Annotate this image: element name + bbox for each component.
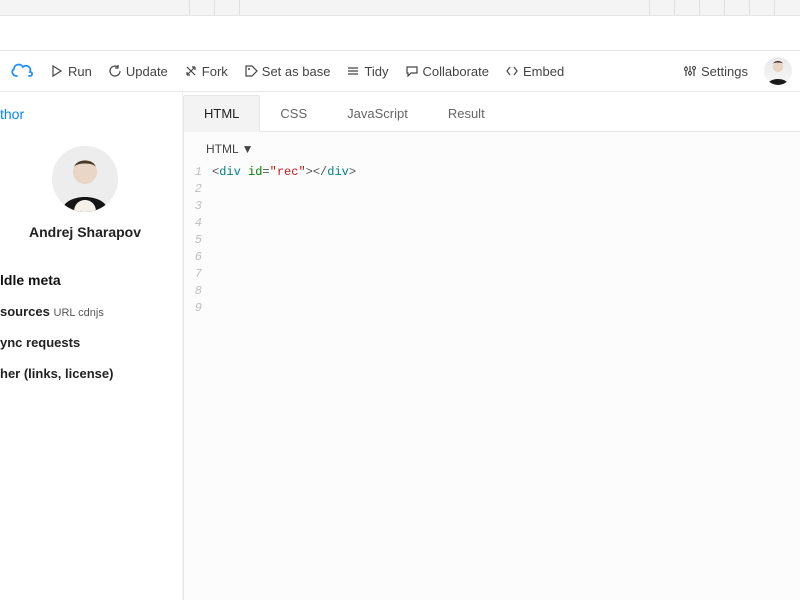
tab-result[interactable]: Result: [428, 96, 505, 131]
sidebar-resources-label: sources: [0, 304, 50, 319]
tab-strip-cell: [775, 0, 800, 15]
code-token: div: [327, 165, 349, 179]
line-number: 7: [184, 266, 202, 283]
tidy-button[interactable]: Tidy: [338, 60, 396, 83]
editor-wrap: HTML ▼ 1 2 3 4 5 6 7 8 9 <div id="rec"><…: [183, 132, 800, 600]
code-token: ": [270, 165, 277, 179]
tidy-icon: [346, 64, 360, 78]
chat-icon: [405, 64, 419, 78]
sidebar-author-heading[interactable]: thor: [0, 102, 170, 128]
collaborate-button[interactable]: Collaborate: [397, 60, 498, 83]
sidebar-meta-heading[interactable]: ldle meta: [0, 272, 170, 288]
main-area: HTML CSS JavaScript Result HTML ▼ 1 2 3 …: [183, 92, 800, 600]
tab-strip-cell: [750, 0, 775, 15]
line-number: 1: [184, 164, 202, 181]
code-token: >: [349, 165, 356, 179]
line-gutter: 1 2 3 4 5 6 7 8 9: [184, 162, 206, 600]
tab-strip-cell: [240, 0, 650, 15]
code-token: rec: [277, 165, 299, 179]
tab-html[interactable]: HTML: [183, 95, 260, 132]
line-number: 6: [184, 249, 202, 266]
tab-strip-cell: [0, 0, 190, 15]
line-number: 5: [184, 232, 202, 249]
content-body: thor Andrej Sharapov ldle meta sources U…: [0, 92, 800, 600]
author-avatar-wrap: [0, 146, 170, 212]
author-avatar[interactable]: [52, 146, 118, 212]
tab-strip-cell: [190, 0, 215, 15]
jsfiddle-logo[interactable]: [8, 57, 36, 85]
settings-button[interactable]: Settings: [675, 60, 756, 83]
tab-strip-cell: [215, 0, 240, 15]
browser-tab-strip: [0, 0, 800, 16]
sidebar-item-resources[interactable]: sources URL cdnjs: [0, 304, 170, 319]
sidebar-item-other[interactable]: her (links, license): [0, 366, 170, 381]
tag-icon: [244, 64, 258, 78]
line-number: 3: [184, 198, 202, 215]
language-dropdown[interactable]: HTML ▼: [206, 142, 254, 156]
set-as-base-label: Set as base: [262, 64, 331, 79]
run-button[interactable]: Run: [42, 60, 100, 83]
code-token: id: [248, 165, 262, 179]
run-label: Run: [68, 64, 92, 79]
line-number: 2: [184, 181, 202, 198]
embed-label: Embed: [523, 64, 564, 79]
fork-icon: [184, 64, 198, 78]
sidebar-item-async[interactable]: ync requests: [0, 335, 170, 350]
tab-strip-cell: [700, 0, 725, 15]
code-content[interactable]: <div id="rec"></div>: [206, 162, 800, 600]
sidebar-resources-sub: URL cdnjs: [54, 307, 104, 319]
user-avatar-small[interactable]: [764, 57, 792, 85]
code-token: div: [219, 165, 241, 179]
settings-label: Settings: [701, 64, 748, 79]
line-number: 9: [184, 300, 202, 317]
code-token: >: [306, 165, 313, 179]
sidebar: thor Andrej Sharapov ldle meta sources U…: [0, 92, 183, 600]
language-label: HTML: [206, 142, 239, 156]
toolbar-gap: [0, 16, 800, 50]
update-icon: [108, 64, 122, 78]
play-icon: [50, 64, 64, 78]
code-token: ": [298, 165, 305, 179]
chevron-down-icon: ▼: [242, 142, 254, 156]
tidy-label: Tidy: [364, 64, 388, 79]
author-name[interactable]: Andrej Sharapov: [0, 224, 170, 240]
update-label: Update: [126, 64, 168, 79]
fork-button[interactable]: Fork: [176, 60, 236, 83]
code-token: =: [262, 165, 269, 179]
tab-strip-cell: [650, 0, 675, 15]
tab-css[interactable]: CSS: [260, 96, 327, 131]
person-icon: [52, 146, 118, 212]
tab-strip-cell: [675, 0, 700, 15]
sliders-icon: [683, 64, 697, 78]
code-editor[interactable]: 1 2 3 4 5 6 7 8 9 <div id="rec"></div>: [184, 162, 800, 600]
tab-strip-cell: [725, 0, 750, 15]
code-token: </: [313, 165, 327, 179]
line-number: 8: [184, 283, 202, 300]
editor-tabs: HTML CSS JavaScript Result: [183, 92, 800, 132]
update-button[interactable]: Update: [100, 60, 176, 83]
set-as-base-button[interactable]: Set as base: [236, 60, 339, 83]
main-toolbar: Run Update Fork Set as base Tidy Collabo…: [0, 50, 800, 92]
line-number: 4: [184, 215, 202, 232]
embed-icon: [505, 64, 519, 78]
person-icon: [764, 57, 792, 85]
fork-label: Fork: [202, 64, 228, 79]
collaborate-label: Collaborate: [423, 64, 490, 79]
cloud-icon: [9, 61, 35, 81]
tab-javascript[interactable]: JavaScript: [327, 96, 428, 131]
code-token: [241, 165, 248, 179]
embed-button[interactable]: Embed: [497, 60, 572, 83]
